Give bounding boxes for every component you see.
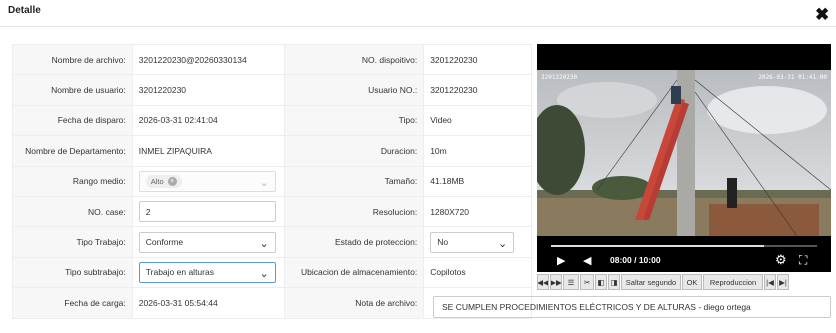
form-row: Fecha de disparo: 2026-03-31 02:41:04 Ti…: [13, 105, 532, 137]
file-note-label: Nota de archivo:: [285, 288, 425, 318]
form-row: Nombre de usuario: 3201220230 Usuario NO…: [13, 75, 532, 106]
skip-start-icon[interactable]: |◀: [764, 274, 776, 290]
skip-seconds-input[interactable]: Saltar segundo: [621, 274, 681, 290]
file-note-input[interactable]: SE CUMPLEN PROCEDIMIENTOS ELÉCTRICOS Y D…: [433, 296, 831, 318]
video-scene: [537, 70, 831, 236]
subwork-type-select[interactable]: Trabajo en alturas ⌄: [138, 261, 276, 283]
media-range-cell: Alto × ⌄: [133, 166, 286, 196]
storage-location-label: Ubicacion de almacenamiento:: [285, 257, 425, 288]
rewind-icon[interactable]: ◀◀: [537, 274, 549, 290]
remove-tag-icon[interactable]: ×: [167, 176, 177, 186]
device-no-label: NO. dispoitivo:: [285, 45, 425, 75]
case-no-cell: 2: [133, 196, 286, 227]
scissors-icon[interactable]: ✂: [580, 274, 594, 290]
media-range-tag: Alto ×: [145, 174, 182, 188]
close-icon[interactable]: ✖: [815, 6, 829, 23]
progress-fill: [551, 245, 764, 247]
gear-icon[interactable]: ⚙: [775, 253, 787, 266]
fast-forward-icon[interactable]: ▶▶: [550, 274, 562, 290]
play-icon[interactable]: ▶: [557, 255, 565, 267]
media-range-select[interactable]: Alto × ⌄: [138, 170, 276, 192]
department-label: Nombre de Departamento:: [13, 136, 133, 166]
skip-end-icon[interactable]: ▶|: [777, 274, 789, 290]
list-icon[interactable]: ☰: [563, 274, 579, 290]
resolution-value: 1280X720: [424, 196, 532, 227]
type-label: Tipo:: [285, 105, 425, 136]
protection-status-select[interactable]: No ⌄: [430, 231, 515, 253]
case-no-label: NO. case:: [13, 196, 133, 227]
protection-status-cell: No ⌄: [424, 227, 532, 257]
fullscreen-icon[interactable]: ⛶: [799, 254, 807, 266]
media-range-label: Rango medio:: [13, 166, 133, 196]
device-no-value: 3201220230: [424, 45, 532, 75]
video-controls: ▶ ◀ 08:00 / 10:00 ⚙ ⛶: [537, 236, 831, 272]
file-name-value: 3201220230@20260330134: [133, 45, 286, 75]
modal-title: Detalle: [8, 5, 41, 16]
form-row: Tipo subtrabajo: Trabajo en alturas ⌄ Ub…: [13, 257, 532, 289]
trigger-date-value: 2026-03-31 02:41:04: [133, 105, 286, 136]
duration-value: 10m: [424, 136, 532, 166]
subwork-type-cell: Trabajo en alturas ⌄: [133, 257, 286, 288]
chevron-down-icon: ⌄: [259, 267, 269, 280]
size-value: 41.18MB: [424, 166, 532, 196]
work-type-value: Conforme: [145, 237, 184, 248]
osd-device-id: 3201220230: [541, 74, 578, 81]
upload-date-value: 2026-03-31 05:54:44: [133, 288, 286, 318]
work-type-cell: Conforme ⌄: [133, 227, 286, 257]
subwork-type-value: Trabajo en alturas: [145, 267, 214, 278]
video-player[interactable]: 3201220230 2026-03-31 01:41:00 ▶ ◀ 08:00…: [537, 44, 831, 272]
subwork-type-label: Tipo subtrabajo:: [13, 257, 133, 288]
user-name-label: Nombre de usuario:: [13, 75, 133, 105]
department-value: INMEL ZIPAQUIRA: [133, 136, 286, 166]
resolution-label: Resolucion:: [285, 196, 425, 227]
protection-status-label: Estado de proteccion:: [285, 227, 425, 257]
ok-button[interactable]: OK: [682, 274, 702, 290]
progress-bar[interactable]: [551, 245, 817, 247]
playback-button[interactable]: Reproduccion: [703, 274, 763, 290]
form-row: Rango medio: Alto × ⌄ Tamaño: 41.18MB: [13, 166, 532, 197]
size-label: Tamaño:: [285, 166, 425, 196]
chevron-down-icon: ⌄: [497, 237, 508, 250]
upload-date-label: Fecha de carga:: [13, 288, 133, 318]
osd-timestamp: 2026-03-31 01:41:00: [758, 74, 827, 81]
detail-form: Nombre de archivo: 3201220230@2026033013…: [12, 44, 532, 319]
storage-location-value: Copilotos: [424, 257, 532, 288]
work-type-label: Tipo Trabajo:: [13, 227, 133, 257]
user-name-value: 3201220230: [133, 75, 286, 105]
playback-toolbar: ◀◀ ▶▶ ☰ ✂ ◧ ◨ Saltar segundo OK Reproduc…: [537, 274, 831, 290]
case-no-input[interactable]: 2: [138, 201, 276, 223]
form-row: Nombre de archivo: 3201220230@2026033013…: [13, 45, 532, 76]
duration-label: Duracion:: [285, 136, 425, 166]
next-frame-icon[interactable]: ◨: [608, 274, 620, 290]
volume-icon[interactable]: ◀: [583, 255, 591, 267]
user-no-label: Usuario NO.:: [285, 75, 425, 105]
video-frame: 3201220230 2026-03-31 01:41:00: [537, 70, 831, 236]
trigger-date-label: Fecha de disparo:: [13, 105, 133, 136]
time-display: 08:00 / 10:00: [610, 255, 661, 265]
user-no-value: 3201220230: [424, 75, 532, 105]
media-range-tag-label: Alto: [150, 176, 164, 186]
chevron-down-icon: ⌄: [259, 237, 269, 250]
form-row: Tipo Trabajo: Conforme ⌄ Estado de prote…: [13, 227, 532, 258]
form-row: Nombre de Departamento: INMEL ZIPAQUIRA …: [13, 136, 532, 167]
chevron-down-icon: ⌄: [259, 176, 269, 189]
modal-header: Detalle ✖: [0, 0, 836, 27]
prev-frame-icon[interactable]: ◧: [595, 274, 607, 290]
file-name-label: Nombre de archivo:: [13, 45, 133, 75]
form-row: NO. case: 2 Resolucion: 1280X720: [13, 196, 532, 228]
protection-status-value: No: [437, 237, 449, 248]
work-type-select[interactable]: Conforme ⌄: [138, 231, 276, 253]
type-value: Video: [424, 105, 532, 136]
